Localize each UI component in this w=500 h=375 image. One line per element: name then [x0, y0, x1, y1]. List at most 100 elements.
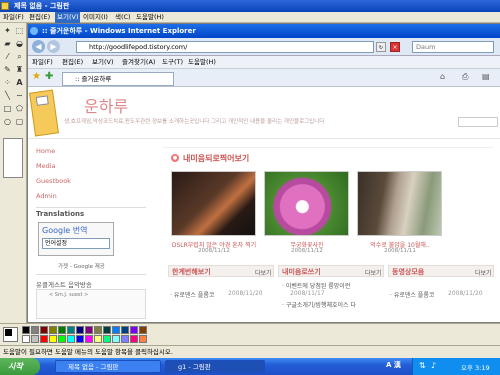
palette-swatch[interactable] [58, 335, 66, 343]
tool-options[interactable] [3, 138, 23, 178]
nav-guestbook[interactable]: Guestbook [36, 177, 71, 185]
ime-indicator[interactable]: A 漢 [386, 360, 401, 370]
polygon-icon[interactable]: ⬠ [14, 103, 25, 114]
nav-admin[interactable]: Admin [36, 192, 57, 200]
google-footer[interactable]: 가젯 - Google 제공 [58, 262, 105, 270]
photo-street[interactable] [357, 171, 442, 236]
box-2-more-link[interactable]: 다보기 [365, 268, 382, 277]
menu-edit[interactable]: 편집(E) [29, 12, 50, 23]
menu-file[interactable]: 파일(F) [3, 12, 24, 23]
free-select-icon[interactable]: ✦ [2, 25, 13, 36]
palette-swatch[interactable] [40, 335, 48, 343]
palette-swatch[interactable] [85, 335, 93, 343]
magnifier-icon[interactable]: ⌕ [14, 51, 25, 62]
ie-menu-help[interactable]: 도움말(H) [188, 56, 216, 69]
start-button[interactable]: 시작 [0, 358, 40, 375]
ie-tab[interactable]: :: 즐거운하루 [62, 72, 174, 86]
ie-title: :: 즐거운하루 - Windows Internet Explorer [42, 27, 196, 35]
fill-icon[interactable]: ◒ [14, 38, 25, 49]
music-player[interactable]: < Sm.J. suest > [36, 289, 146, 319]
search-input[interactable]: Daum [412, 41, 494, 53]
palette-swatch[interactable] [76, 326, 84, 334]
palette-swatch[interactable] [67, 326, 75, 334]
menu-color[interactable]: 색(C) [115, 12, 131, 23]
page-icon[interactable]: ▤ [482, 72, 490, 81]
ie-menu-favorites[interactable]: 즐겨찾기(A) [122, 56, 155, 69]
blog-search-box[interactable] [458, 117, 498, 127]
box-1-item[interactable]: · 유로덴스 플롬코 [170, 290, 214, 299]
brush-icon[interactable]: ♜ [14, 64, 25, 75]
refresh-icon[interactable]: ↻ [376, 42, 386, 52]
palette-swatch[interactable] [49, 335, 57, 343]
ellipse-icon[interactable]: ○ [2, 116, 13, 127]
palette-swatch[interactable] [139, 335, 147, 343]
palette-swatch[interactable] [40, 326, 48, 334]
forward-icon[interactable]: ▶ [47, 40, 60, 53]
box-1-item-date: 2008/11/20 [228, 290, 263, 297]
palette-swatch[interactable] [31, 326, 39, 334]
palette-swatch[interactable] [103, 335, 111, 343]
palette-swatch[interactable] [130, 326, 138, 334]
box-2-title: 내미음로쓰기 [282, 268, 321, 276]
palette-swatch[interactable] [31, 335, 39, 343]
palette-swatch[interactable] [22, 335, 30, 343]
palette-swatch[interactable] [76, 335, 84, 343]
palette-swatch[interactable] [112, 326, 120, 334]
ie-menu-edit[interactable]: 편집(E) [62, 56, 83, 69]
address-input[interactable]: http://goodlifepod.tistory.com/ [76, 41, 374, 53]
palette-swatch[interactable] [58, 326, 66, 334]
box-2-item-2[interactable]: · 구글소개기/빙행체호이스 다 [282, 300, 356, 309]
palette-swatch[interactable] [139, 326, 147, 334]
ie-menu-tools[interactable]: 도구(T) [162, 56, 183, 69]
rectangle-icon[interactable]: □ [2, 103, 13, 114]
palette-swatch[interactable] [94, 335, 102, 343]
ie-menu-file[interactable]: 파일(F) [32, 56, 53, 69]
current-colors[interactable] [3, 327, 18, 342]
color-picker-icon[interactable]: ⁄ [2, 51, 13, 62]
volume-icon[interactable]: ♪ [431, 361, 436, 370]
palette-swatch[interactable] [121, 335, 129, 343]
stop-icon[interactable]: × [390, 42, 400, 52]
rect-select-icon[interactable]: ⬚ [14, 25, 25, 36]
line-icon[interactable]: ╲ [2, 90, 13, 101]
favorites-star-icon[interactable]: ★ [32, 71, 41, 82]
menu-help[interactable]: 도움말(H) [136, 12, 164, 23]
text-icon[interactable]: A [14, 77, 25, 88]
eraser-icon[interactable]: ▰ [2, 38, 13, 49]
box-2-item-1[interactable]: · 이벤트에 당첨된 룸망이런 [282, 281, 350, 290]
box-1-title: 한계번해보기 [172, 268, 211, 276]
box-1-more-link[interactable]: 다보기 [255, 268, 272, 277]
palette-swatch[interactable] [121, 326, 129, 334]
nav-home[interactable]: Home [36, 147, 55, 155]
google-translate-widget: Google 번역 언어설정 [38, 222, 114, 256]
add-favorite-icon[interactable]: ✚ [45, 71, 53, 82]
photo-flower[interactable] [264, 171, 349, 236]
palette-swatch[interactable] [130, 335, 138, 343]
taskbar-item-untitled-paint[interactable]: 제목 없음 - 그림판 [55, 360, 161, 373]
palette-swatch[interactable] [22, 326, 30, 334]
nav-media[interactable]: Media [36, 162, 56, 170]
back-icon[interactable]: ◀ [32, 40, 45, 53]
home-icon[interactable]: ⌂ [440, 72, 445, 81]
curve-icon[interactable]: ∼ [14, 90, 25, 101]
airbrush-icon[interactable]: ⁘ [2, 77, 13, 88]
box-3-more-link[interactable]: 다보기 [475, 268, 492, 277]
box-3-item[interactable]: · 유로덴스 플롬코 [390, 290, 434, 299]
ie-menu-view[interactable]: 보기(V) [92, 56, 113, 69]
foreground-color[interactable] [5, 329, 12, 336]
print-icon[interactable]: ⎙ [462, 72, 468, 82]
language-select[interactable]: 언어설정 [42, 238, 110, 249]
taskbar-item-g1-paint[interactable]: g1 - 그림판 [165, 360, 265, 373]
menu-image[interactable]: 이미지(I) [83, 12, 108, 23]
pencil-icon[interactable]: ✎ [2, 64, 13, 75]
palette-swatch[interactable] [85, 326, 93, 334]
palette-swatch[interactable] [49, 326, 57, 334]
palette-swatch[interactable] [103, 326, 111, 334]
palette-swatch[interactable] [94, 326, 102, 334]
palette-swatch[interactable] [112, 335, 120, 343]
network-icon[interactable]: ⇅ [419, 361, 426, 370]
menu-view[interactable]: 보기(V) [55, 12, 81, 23]
palette-swatch[interactable] [67, 335, 75, 343]
rounded-rect-icon[interactable]: ▢ [14, 116, 25, 127]
photo-night-view[interactable] [171, 171, 256, 236]
